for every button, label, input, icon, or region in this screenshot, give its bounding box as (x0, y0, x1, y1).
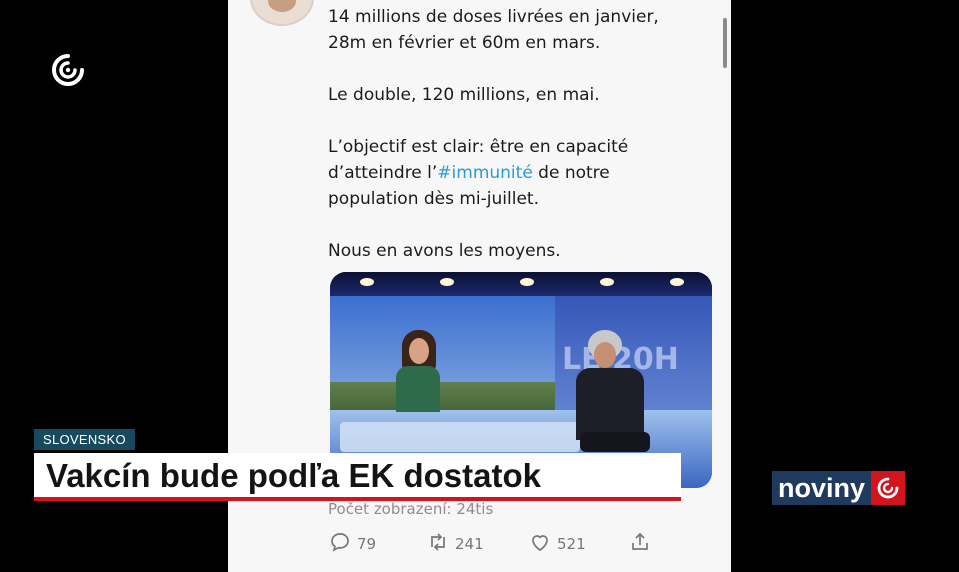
desk-surface (340, 422, 580, 452)
tweet-text: 14 millions de doses livrées en janvier,… (328, 4, 688, 264)
tweet-line: 28m en février et 60m en mars. (328, 33, 601, 53)
noviny-wordmark: noviny (772, 471, 872, 505)
swirl-mark-icon (871, 471, 906, 505)
region-tag: SLOVENSKO (34, 429, 135, 450)
reply-count: 79 (357, 535, 377, 553)
guest-face (594, 342, 616, 368)
studio-light (600, 278, 614, 286)
heart-icon (528, 530, 552, 558)
studio-light (520, 278, 534, 286)
retweet-count: 241 (455, 535, 484, 553)
retweet-button[interactable]: 241 (426, 530, 484, 558)
share-icon (628, 530, 652, 558)
studio-light (360, 278, 374, 286)
anchor-body (396, 366, 440, 412)
swirl-logo-icon (50, 52, 86, 88)
tweet-text-fragment: d’atteindre l’ (328, 163, 438, 183)
tweet-line: population dès mi-juillet. (328, 189, 539, 209)
scrollbar[interactable] (723, 18, 727, 68)
share-button[interactable] (628, 530, 652, 558)
headline-bar: Vakcín bude podľa EK dostatok (34, 453, 681, 501)
reply-icon (328, 530, 352, 558)
studio-light (670, 278, 684, 286)
guest-body (576, 368, 644, 440)
retweet-icon (426, 530, 450, 558)
guest-legs (580, 432, 650, 452)
noviny-logo: noviny (772, 471, 906, 505)
tweet-actions: 79 241 521 (328, 530, 648, 560)
tweet-line: 14 millions de doses livrées en janvier, (328, 7, 659, 27)
tweet-text-fragment: de notre (532, 163, 610, 183)
like-count: 521 (557, 535, 586, 553)
tweet-line: Le double, 120 millions, en mai. (328, 85, 600, 105)
avatar[interactable] (250, 0, 314, 26)
headline: Vakcín bude podľa EK dostatok (46, 457, 541, 494)
reply-button[interactable]: 79 (328, 530, 376, 558)
tweet-line: d’atteindre l’#immunité de notre (328, 160, 688, 186)
anchor-face (409, 338, 429, 364)
hashtag-link[interactable]: #immunité (437, 163, 532, 183)
tweet-line: L’objectif est clair: être en capacité (328, 137, 629, 157)
studio-light (440, 278, 454, 286)
like-button[interactable]: 521 (528, 530, 586, 558)
tweet-line: Nous en avons les moyens. (328, 241, 561, 261)
view-count: Počet zobrazení: 24tis (328, 500, 494, 518)
